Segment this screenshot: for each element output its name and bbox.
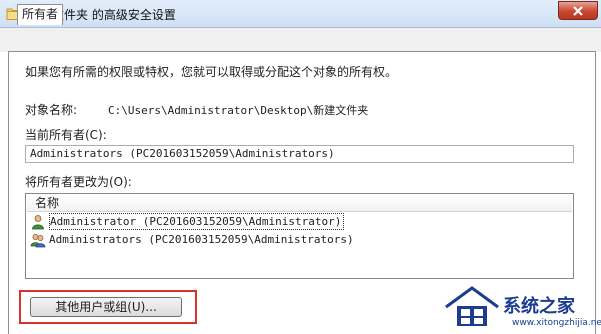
close-button[interactable] — [558, 1, 598, 20]
list-item-label: Administrators (PC201603152059\Administr… — [49, 233, 354, 246]
list-item-label: Administrator (PC201603152059\Administra… — [49, 213, 345, 230]
current-owner-field[interactable]: Administrators (PC201603152059\Administr… — [25, 145, 574, 163]
tab-strip — [0, 28, 601, 52]
close-icon — [573, 5, 583, 16]
object-name-value: C:\Users\Administrator\Desktop\新建文件夹 — [108, 104, 369, 117]
watermark-url: www.xitongzhijia.net — [512, 318, 601, 328]
watermark-logo-icon — [444, 284, 500, 332]
object-name-label: 对象名称: — [25, 103, 78, 117]
user-icon — [30, 214, 46, 230]
list-header-name[interactable]: 名称 — [27, 195, 572, 212]
title-bar[interactable]: 新建文件夹 的高级安全设置 — [0, 0, 601, 28]
watermark-text: 系统之家 — [503, 296, 575, 317]
change-owner-label: 将所有者更改为(O): — [25, 175, 132, 189]
owner-list[interactable]: 名称 Administrator (PC201603152059\Adminis… — [25, 193, 574, 279]
intro-text: 如果您有所需的权限或特权，您就可以取得或分配这个对象的所有权。 — [25, 65, 398, 79]
list-item[interactable]: Administrator (PC201603152059\Administra… — [27, 213, 572, 230]
group-icon — [30, 232, 46, 248]
tab-owner[interactable]: 所有者 — [17, 4, 63, 25]
current-owner-label: 当前所有者(C): — [25, 128, 107, 142]
list-item[interactable]: Administrators (PC201603152059\Administr… — [27, 231, 572, 248]
other-users-button[interactable]: 其他用户或组(U)... — [30, 297, 182, 317]
